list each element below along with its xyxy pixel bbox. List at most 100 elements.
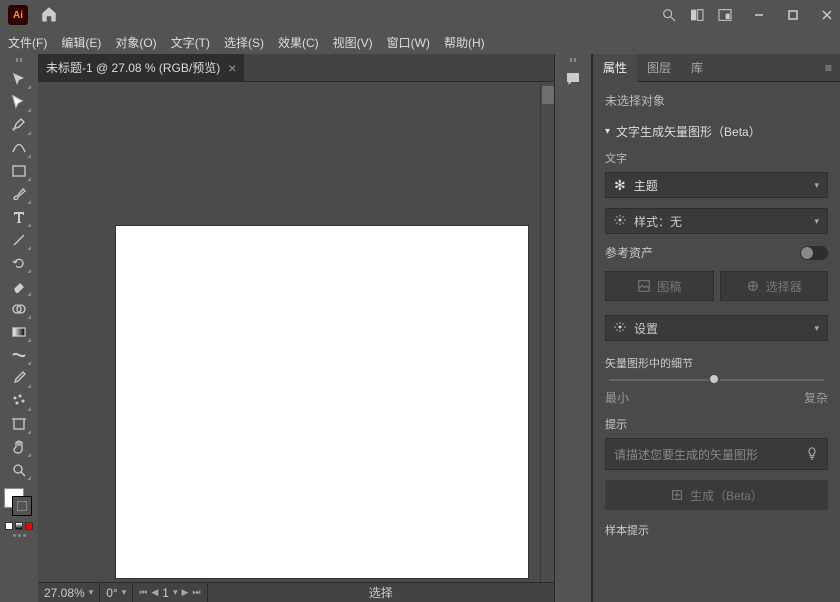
panel-menu-icon[interactable]: ≡ (817, 61, 840, 75)
rotate-field[interactable]: 0°▾ (100, 583, 133, 602)
shape-builder-tool-icon[interactable] (5, 298, 33, 320)
toolbar-handle[interactable] (9, 58, 29, 64)
direct-selection-tool-icon[interactable] (5, 91, 33, 113)
title-bar: Ai (0, 0, 840, 30)
text-label: 文字 (605, 150, 828, 166)
prompt-dropdown[interactable]: ✻ 主题 ▾ (605, 172, 828, 198)
document-tab-title: 未标题-1 @ 27.08 % (RGB/预览) (46, 59, 220, 76)
search-icon[interactable] (660, 6, 678, 24)
tab-libraries[interactable]: 库 (681, 54, 713, 82)
symbol-sprayer-tool-icon[interactable] (5, 390, 33, 412)
rotate-tool-icon[interactable] (5, 252, 33, 274)
vertical-scrollbar[interactable] (540, 82, 554, 582)
artboard-nav[interactable]: ⏮◀1▾▶⏭ (133, 583, 207, 602)
menu-view[interactable]: 视图(V) (333, 34, 373, 51)
menu-object[interactable]: 对象(O) (115, 34, 156, 51)
artboard[interactable] (116, 226, 528, 578)
rectangle-tool-icon[interactable] (5, 160, 33, 182)
paintbrush-tool-icon[interactable] (5, 183, 33, 205)
slider-thumb[interactable] (708, 373, 720, 385)
status-mode: 选择 (208, 583, 554, 602)
panel-body: 未选择对象 ▾文字生成矢量图形（Beta） 文字 ✻ 主题 ▾ 样式： 无 ▾ … (593, 82, 840, 602)
generate-button[interactable]: 生成（Beta） (605, 480, 828, 510)
menu-file[interactable]: 文件(F) (8, 34, 47, 51)
document-tab[interactable]: 未标题-1 @ 27.08 % (RGB/预览) × (38, 54, 244, 82)
minimize-button[interactable] (750, 8, 768, 22)
app-logo-icon: Ai (8, 5, 28, 25)
type-tool-icon[interactable] (5, 206, 33, 228)
settings-row[interactable]: 设置 ▾ (605, 315, 828, 341)
arrange-icon[interactable] (688, 6, 706, 24)
eyedropper-tool-icon[interactable] (5, 367, 33, 389)
lightbulb-icon[interactable] (805, 446, 819, 463)
tab-properties[interactable]: 属性 (593, 54, 637, 82)
reference-label: 参考资产 (605, 244, 653, 261)
hint-placeholder: 请描述您要生成的矢量图形 (614, 446, 758, 463)
reference-buttons: 图稿 选择器 (605, 271, 828, 301)
menu-select[interactable]: 选择(S) (224, 34, 264, 51)
workspace-icon[interactable] (716, 6, 734, 24)
width-tool-icon[interactable] (5, 344, 33, 366)
hint-input[interactable]: 请描述您要生成的矢量图形 (605, 438, 828, 470)
settings-label: 设置 (634, 320, 658, 337)
toolbar-more-icon[interactable] (13, 534, 26, 537)
slider-max-label: 复杂 (804, 389, 828, 406)
panel-handle[interactable] (563, 58, 583, 64)
tab-layers[interactable]: 图层 (637, 54, 681, 82)
maximize-button[interactable] (784, 8, 802, 22)
workspace: 未标题-1 @ 27.08 % (RGB/预览) × 27.08%▾ 0°▾ ⏮… (0, 54, 840, 602)
chevron-down-icon: ▾ (605, 126, 610, 137)
menu-type[interactable]: 文字(T) (171, 34, 210, 51)
stroke-swatch[interactable] (12, 496, 32, 516)
gear-icon (614, 321, 626, 336)
close-button[interactable] (818, 8, 836, 22)
gradient-tool-icon[interactable] (5, 321, 33, 343)
section-header[interactable]: ▾文字生成矢量图形（Beta） (605, 123, 828, 140)
style-row[interactable]: 样式： 无 ▾ (605, 208, 828, 234)
hand-tool-icon[interactable] (5, 436, 33, 458)
eraser-tool-icon[interactable] (5, 275, 33, 297)
detail-label: 矢量图形中的细节 (605, 355, 828, 371)
zoom-field[interactable]: 27.08%▾ (38, 583, 100, 602)
picker-button[interactable]: 选择器 (720, 271, 829, 301)
chevron-down-icon: ▾ (814, 180, 819, 191)
gear-icon (614, 214, 626, 229)
selection-label: 未选择对象 (605, 92, 828, 109)
artwork-button[interactable]: 图稿 (605, 271, 714, 301)
color-mode-icons[interactable] (5, 522, 33, 530)
comment-icon[interactable] (564, 70, 582, 91)
line-tool-icon[interactable] (5, 229, 33, 251)
menu-edit[interactable]: 编辑(E) (61, 34, 101, 51)
hint-label: 提示 (605, 416, 828, 432)
slider-track[interactable] (609, 379, 824, 381)
panel-tab-bar: 属性 图层 库 ≡ (593, 54, 840, 82)
tab-close-icon[interactable]: × (228, 60, 236, 76)
collapsed-panel-strip (554, 54, 592, 602)
home-icon[interactable] (40, 5, 58, 26)
toolbar (0, 54, 38, 602)
zoom-tool-icon[interactable] (5, 459, 33, 481)
menu-effect[interactable]: 效果(C) (278, 34, 319, 51)
titlebar-left: Ai (4, 5, 58, 26)
style-value: 无 (670, 213, 682, 230)
selection-tool-icon[interactable] (5, 68, 33, 90)
reference-toggle-row: 参考资产 (605, 244, 828, 261)
titlebar-right (660, 6, 836, 24)
sparkle-icon: ✻ (614, 177, 626, 194)
menu-window[interactable]: 窗口(W) (387, 34, 430, 51)
curvature-tool-icon[interactable] (5, 137, 33, 159)
detail-slider: 矢量图形中的细节 最小 复杂 (605, 355, 828, 406)
canvas[interactable] (38, 82, 554, 582)
reference-toggle[interactable] (800, 246, 828, 260)
properties-panel: 属性 图层 库 ≡ 未选择对象 ▾文字生成矢量图形（Beta） 文字 ✻ 主题 … (592, 54, 840, 602)
slider-min-label: 最小 (605, 389, 629, 406)
menu-bar: 文件(F) 编辑(E) 对象(O) 文字(T) 选择(S) 效果(C) 视图(V… (0, 30, 840, 54)
prompt-value: 主题 (634, 177, 658, 194)
status-bar: 27.08%▾ 0°▾ ⏮◀1▾▶⏭ 选择 (38, 582, 554, 602)
chevron-down-icon: ▾ (814, 216, 819, 227)
chevron-down-icon: ▾ (814, 323, 819, 334)
pen-tool-icon[interactable] (5, 114, 33, 136)
menu-help[interactable]: 帮助(H) (444, 34, 485, 51)
fill-stroke-swatches[interactable] (4, 488, 34, 518)
artboard-tool-icon[interactable] (5, 413, 33, 435)
